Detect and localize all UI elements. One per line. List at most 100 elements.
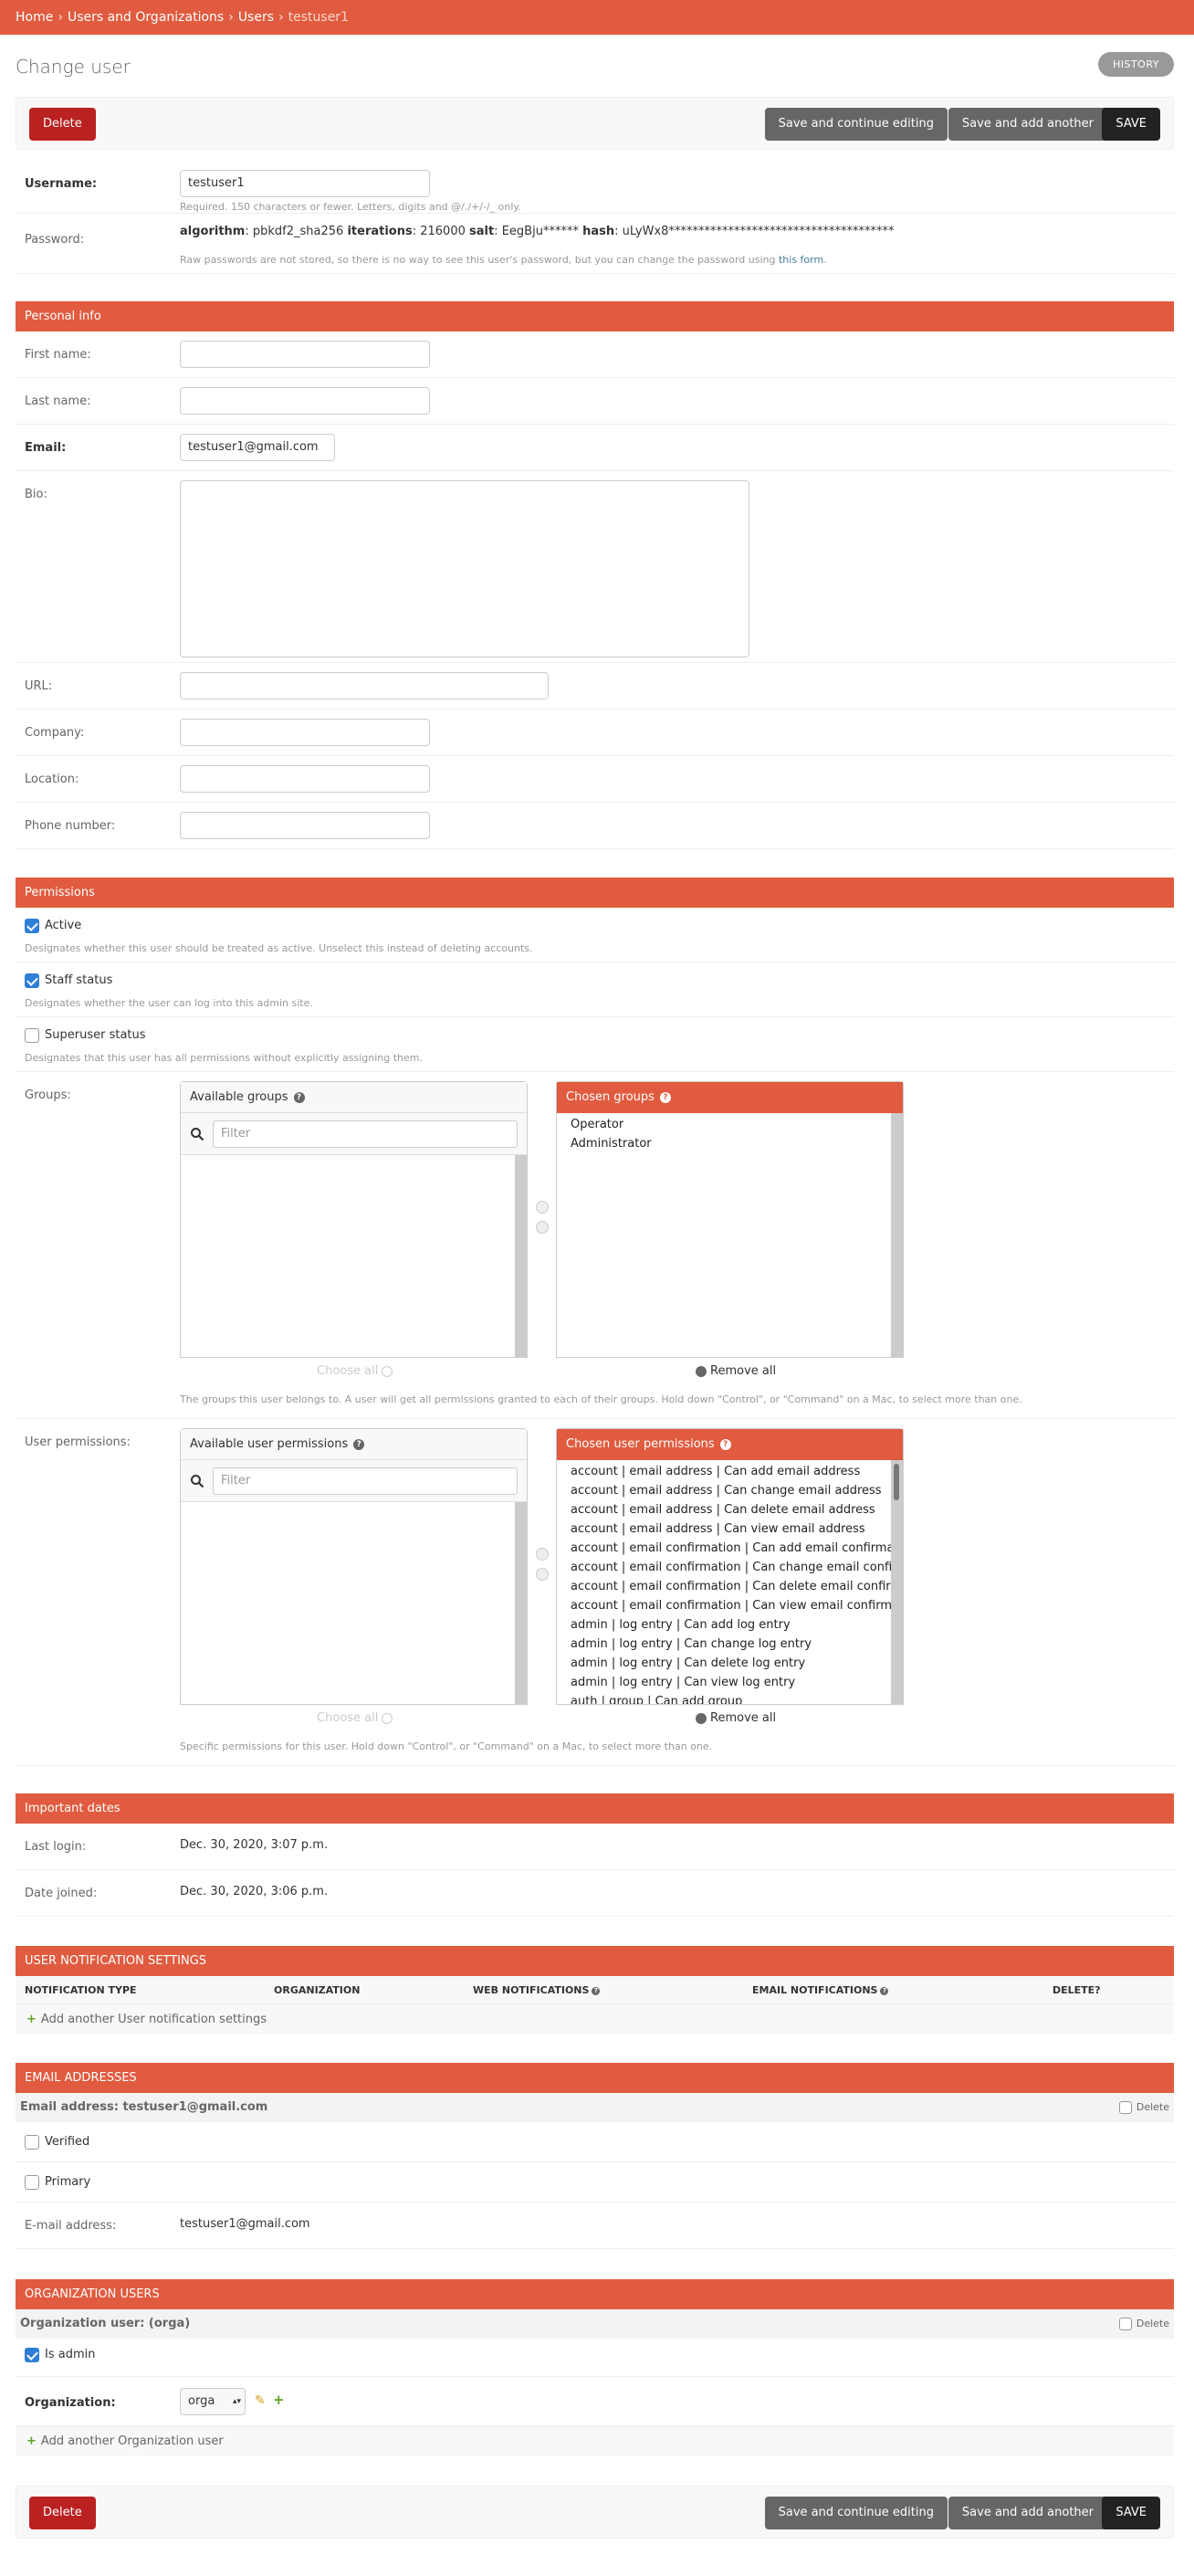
add-organization-user[interactable]: + Add another Organization user [16, 2426, 1174, 2456]
save-add-another-button[interactable]: Save and add another [948, 2497, 1107, 2529]
remove-all-groups[interactable]: Remove all [696, 1364, 776, 1378]
list-item[interactable]: admin | log entry | Can delete log entry [557, 1654, 903, 1673]
list-item[interactable]: Administrator [557, 1134, 903, 1153]
list-item[interactable]: admin | log entry | Can view log entry [557, 1673, 903, 1692]
scrollbar[interactable] [891, 1460, 903, 1704]
available-permissions-list[interactable] [181, 1502, 527, 1704]
staff-checkbox[interactable] [25, 973, 39, 988]
email-address-label: E-mail address: [25, 2219, 117, 2233]
chosen-permissions-title: Chosen user permissions [566, 1437, 715, 1451]
phone-input[interactable] [180, 812, 430, 839]
bio-textarea[interactable] [180, 480, 749, 657]
active-checkbox[interactable] [25, 919, 39, 933]
superuser-label: Superuser status [45, 1028, 146, 1042]
chevron-right-icon [382, 1365, 393, 1377]
list-item[interactable]: Operator [557, 1115, 903, 1134]
company-input[interactable] [180, 719, 430, 746]
delete-label: Delete [1136, 2101, 1169, 2113]
groups-help: The groups this user belongs to. A user … [180, 1393, 1022, 1405]
scrollbar[interactable] [515, 1502, 527, 1704]
add-notification-setting[interactable]: + Add another User notification settings [16, 2004, 1174, 2035]
select-arrow-icon: ▴▾ [232, 2397, 241, 2406]
first-name-input[interactable] [180, 341, 430, 368]
first-name-row: First name: [16, 331, 1174, 378]
location-input[interactable] [180, 765, 430, 793]
add-arrow-icon[interactable] [536, 1548, 549, 1561]
email-input[interactable]: testuser1@gmail.com [180, 434, 335, 461]
available-groups-list[interactable] [181, 1155, 527, 1357]
list-item[interactable]: account | email confirmation | Can add e… [557, 1539, 903, 1558]
delete-checkbox[interactable] [1118, 2318, 1132, 2330]
chevron-right-icon [382, 1712, 393, 1724]
email-address-row: E-mail address: testuser1@gmail.com [16, 2203, 1174, 2249]
remove-arrow-icon[interactable] [536, 1221, 549, 1234]
breadcrumb-home[interactable]: Home [16, 10, 53, 25]
email-delete-toggle[interactable]: Delete [1118, 2093, 1169, 2122]
scrollbar[interactable] [515, 1155, 527, 1357]
superuser-help: Designates that this user has all permis… [25, 1052, 423, 1064]
list-item[interactable]: account | email address | Can change ema… [557, 1481, 903, 1500]
permissions-heading: Permissions [16, 878, 1174, 908]
url-input[interactable] [180, 672, 549, 699]
add-related-icon[interactable]: + [273, 2392, 285, 2408]
delete-checkbox[interactable] [1118, 2101, 1132, 2114]
breadcrumb-model[interactable]: Users [238, 10, 274, 25]
save-continue-button[interactable]: Save and continue editing [764, 2497, 948, 2529]
chevron-left-icon [696, 1365, 707, 1377]
available-permissions-box: Available user permissions? Filter [180, 1428, 528, 1705]
breadcrumb-current: testuser1 [288, 10, 349, 25]
save-continue-button[interactable]: Save and continue editing [764, 108, 948, 141]
list-item[interactable]: account | email confirmation | Can chang… [557, 1558, 903, 1577]
choose-all-permissions[interactable]: Choose all [317, 1711, 393, 1725]
list-item[interactable]: account | email confirmation | Can view … [557, 1596, 903, 1615]
available-groups-filter-input[interactable]: Filter [213, 1120, 518, 1148]
last-name-row: Last name: [16, 378, 1174, 425]
superuser-checkbox[interactable] [25, 1028, 39, 1043]
chosen-groups-list[interactable]: Operator Administrator [557, 1113, 903, 1357]
email-label: Email: [25, 441, 67, 455]
col-web-notifications: WEB NOTIFICATIONS? [473, 1984, 601, 1996]
available-permissions-filter-input[interactable]: Filter [213, 1467, 518, 1495]
password-help: Raw passwords are not stored, so there i… [180, 254, 827, 266]
active-row: Active Designates whether this user shou… [16, 908, 1174, 962]
password-change-link[interactable]: this form [779, 254, 823, 266]
delete-button[interactable]: Delete [29, 2497, 96, 2529]
username-input[interactable]: testuser1 [180, 170, 430, 197]
save-button[interactable]: SAVE [1102, 108, 1160, 141]
list-item[interactable]: account | email confirmation | Can delet… [557, 1577, 903, 1596]
remove-all-permissions[interactable]: Remove all [696, 1711, 776, 1725]
organization-select[interactable]: orga ▴▾ [180, 2388, 246, 2415]
chosen-permissions-list[interactable]: account | email address | Can add email … [557, 1460, 903, 1704]
col-web-label: WEB NOTIFICATIONS [473, 1984, 590, 1996]
submit-row-bottom: Delete Save and continue editing Save an… [16, 2486, 1174, 2539]
verified-checkbox[interactable] [25, 2135, 39, 2150]
list-item[interactable]: admin | log entry | Can change log entry [557, 1635, 903, 1654]
add-arrow-icon[interactable] [536, 1201, 549, 1214]
list-item[interactable]: auth | group | Can add group [557, 1692, 903, 1704]
chosen-permissions-box: Chosen user permissions? account | email… [556, 1428, 904, 1705]
scrollbar-thumb[interactable] [894, 1464, 899, 1500]
breadcrumb-app[interactable]: Users and Organizations [68, 10, 224, 25]
scrollbar[interactable] [891, 1113, 903, 1357]
remove-arrow-icon[interactable] [536, 1568, 549, 1581]
delete-button[interactable]: Delete [29, 108, 96, 141]
last-name-input[interactable] [180, 387, 430, 415]
chevron-left-icon [696, 1712, 707, 1724]
save-button[interactable]: SAVE [1102, 2497, 1160, 2529]
save-add-another-button[interactable]: Save and add another [948, 108, 1107, 141]
help-icon: ? [719, 1438, 731, 1450]
phone-label: Phone number: [25, 819, 116, 833]
history-button[interactable]: HISTORY [1097, 52, 1174, 77]
is-admin-checkbox[interactable] [25, 2348, 39, 2362]
list-item[interactable]: admin | log entry | Can add log entry [557, 1615, 903, 1635]
email-inline-title: Email address: testuser1@gmail.com [20, 2100, 268, 2114]
last-login-value: Dec. 30, 2020, 3:07 p.m. [180, 1838, 329, 1852]
primary-checkbox[interactable] [25, 2175, 39, 2190]
date-joined-row: Date joined: Dec. 30, 2020, 3:06 p.m. [16, 1870, 1174, 1917]
choose-all-groups[interactable]: Choose all [317, 1364, 393, 1378]
list-item[interactable]: account | email address | Can add email … [557, 1462, 903, 1481]
orguser-delete-toggle[interactable]: Delete [1118, 2309, 1169, 2339]
list-item[interactable]: account | email address | Can delete ema… [557, 1500, 903, 1519]
list-item[interactable]: account | email address | Can view email… [557, 1519, 903, 1539]
edit-pencil-icon[interactable]: ✎ [255, 2393, 266, 2408]
